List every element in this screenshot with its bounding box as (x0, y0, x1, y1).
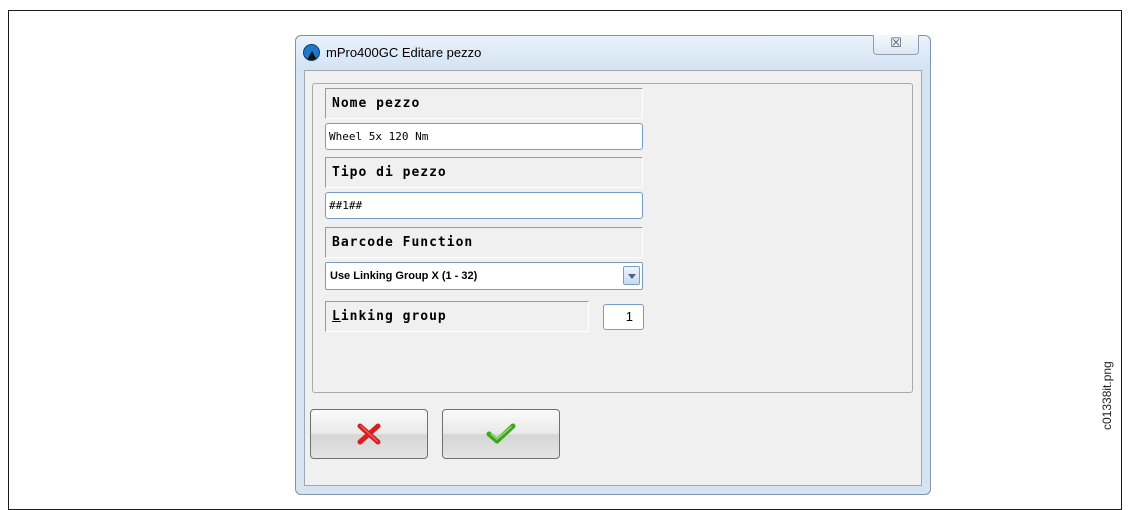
barcode-function-select[interactable]: Use Linking Group X (1 - 32) (325, 262, 643, 290)
chevron-down-icon[interactable] (623, 266, 640, 285)
green-check-icon (486, 423, 516, 444)
ok-button[interactable] (442, 409, 560, 459)
red-x-icon (357, 423, 381, 445)
barcode-function-label: Barcode Function (325, 227, 643, 258)
linking-group-label-rest: inking group (340, 309, 447, 324)
app-logo-icon (303, 44, 320, 61)
linking-group-accelerator: L (332, 309, 341, 324)
title-bar: mPro400GC Editare pezzo ☒ (296, 35, 930, 70)
part-type-label: Tipo di pezzo (325, 157, 643, 188)
part-name-input[interactable]: Wheel 5x 120 Nm (325, 123, 643, 150)
cancel-button[interactable] (310, 409, 428, 459)
figure-caption: c01338it.png (1100, 361, 1114, 430)
form-group: Nome pezzo Wheel 5x 120 Nm Tipo di pezzo… (312, 83, 913, 393)
window-title: mPro400GC Editare pezzo (326, 45, 482, 60)
part-type-input[interactable]: ##1## (325, 192, 643, 219)
close-button[interactable]: ☒ (873, 35, 919, 55)
linking-group-input[interactable]: 1 (603, 304, 644, 330)
barcode-function-value: Use Linking Group X (1 - 32) (330, 270, 478, 282)
part-name-label: Nome pezzo (325, 88, 643, 119)
linking-group-label: Linking group (325, 301, 589, 332)
dialog-client-area: Nome pezzo Wheel 5x 120 Nm Tipo di pezzo… (304, 70, 922, 486)
edit-part-dialog: mPro400GC Editare pezzo ☒ Nome pezzo Whe… (295, 35, 931, 495)
